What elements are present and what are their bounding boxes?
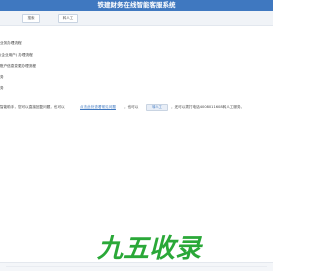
faq-link[interactable]: 点击此处查看常见问题 [80,103,116,111]
menu-item-business-process[interactable]: 业务办理流程 [0,41,22,46]
menu-item-account-change[interactable]: 账户信息变更办理流程 [0,64,36,69]
watermark-text: 九五收录 [96,234,204,262]
help-message: 智能助手，您可以直接回复问题，也可以 点击此处查看常见问题 ，也可以 转人工 ，… [0,103,273,111]
help-transfer-button[interactable]: 转人工 [146,104,168,111]
search-button[interactable]: 搜索 [22,14,40,23]
toolbar: 搜索 转人工 [0,11,273,26]
app-title: 铁建财务在线智能客服系统 [97,1,176,9]
menu-item-service-a[interactable]: 务 [0,75,4,80]
watermark-logo: 九五收录 [95,230,215,264]
help-text-intro: 智能助手，您可以直接回复问题，也可以 [0,105,65,109]
help-text-or: ，也可以 [124,105,139,109]
transfer-agent-button[interactable]: 转人工 [58,14,78,23]
app-header: 铁建财务在线智能客服系统 [0,0,273,11]
help-text-phone: ，还可以拨打电话4008011608转人工服务。 [171,105,245,109]
divider [6,266,267,267]
menu-item-service-b[interactable]: 务 [0,86,4,91]
watermark-svg: 九五收录 [96,234,204,264]
menu-item-enterprise-process[interactable]: (企业用户) 办理流程 [0,53,33,58]
